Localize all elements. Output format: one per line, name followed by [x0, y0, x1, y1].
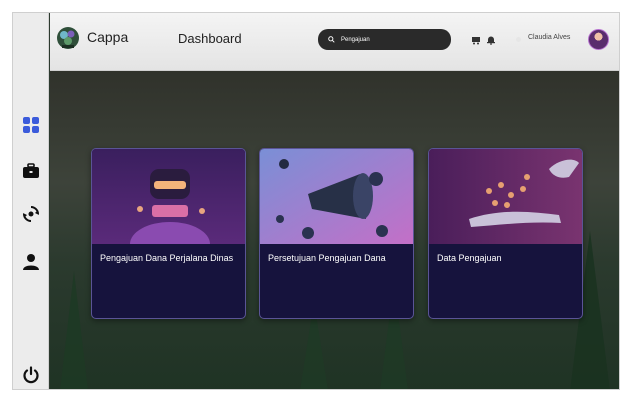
search-icon [328, 36, 335, 43]
refresh-icon [23, 206, 39, 222]
search-input[interactable]: Pengajuan [318, 29, 451, 50]
card-persetujuan[interactable]: Persetujuan Pengajuan Dana [259, 148, 414, 319]
card-label: Persetujuan Pengajuan Dana [268, 253, 386, 263]
search-value: Pengajuan [341, 36, 370, 43]
card-image-coins [429, 149, 582, 244]
status-dot-icon [516, 37, 521, 42]
card-image-vr [92, 149, 245, 244]
background-tree [60, 271, 88, 389]
sidebar-item-sync[interactable] [21, 204, 41, 224]
bell-icon[interactable] [486, 35, 496, 45]
sidebar-item-profile[interactable] [21, 252, 41, 272]
card-label: Pengajuan Dana Perjalana Dinas [100, 253, 234, 263]
briefcase-icon [23, 163, 39, 178]
top-bar: Cappa Dashboard Pengajuan Claudia Alves [50, 13, 619, 71]
user-icon [23, 254, 39, 270]
cart-icon[interactable] [471, 35, 481, 45]
card-pengajuan-dana[interactable]: Pengajuan Dana Perjalana Dinas [91, 148, 246, 319]
card-image-megaphone [260, 149, 413, 244]
app-window: Cappa Dashboard Pengajuan Claudia Alves [12, 12, 620, 390]
card-label: Data Pengajuan [437, 253, 502, 263]
sidebar [13, 13, 49, 389]
sidebar-item-dashboard[interactable] [21, 115, 41, 135]
page-title: Dashboard [178, 31, 242, 46]
sidebar-item-work[interactable] [21, 161, 41, 181]
cappa-logo[interactable] [56, 26, 80, 50]
power-icon [23, 366, 39, 384]
brand-name: Cappa [87, 29, 129, 45]
card-data-pengajuan[interactable]: Data Pengajuan [428, 148, 583, 319]
sidebar-item-logout[interactable] [21, 365, 41, 385]
avatar[interactable] [588, 29, 609, 50]
grid-icon [23, 117, 39, 133]
user-name: Claudia Alves [528, 34, 571, 41]
